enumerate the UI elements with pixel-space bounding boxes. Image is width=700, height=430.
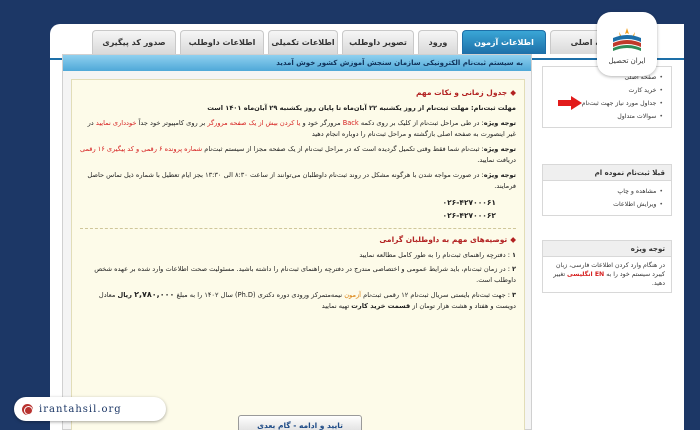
content-area: ◆جدول زمانی و نکات مهم مهلت ثبت‌نام: مهل… xyxy=(71,79,525,430)
tab-exam-info[interactable]: اطلاعات آزمون xyxy=(462,30,546,54)
diamond-icon: ◆ xyxy=(510,88,516,97)
notice-completion: توجه ویژه: ثبت‌نام شما فقط وقتی تکمیل گر… xyxy=(79,145,516,164)
diamond-icon: ◆ xyxy=(510,235,516,244)
sidebar-registered: قبلا ثبت‌نام نموده ام مشاهده و چاپ ویرای… xyxy=(542,164,672,216)
tab-additional-info[interactable]: اطلاعات تکمیلی xyxy=(268,30,338,54)
sidebar-tip: توجه ویژه در هنگام وارد کردن اطلاعات فار… xyxy=(542,240,672,293)
recommendation-3: ۳: جهت ثبت‌نام بایستی سریال ثبت‌نام ۱۲ ر… xyxy=(98,290,516,310)
deadline-paragraph: مهلت ثبت‌نام: مهلت ثبت‌نام از روز یکشنبه… xyxy=(207,104,516,112)
registered-heading: قبلا ثبت‌نام نموده ام xyxy=(543,165,671,181)
tip-body: در هنگام وارد کردن اطلاعات فارسی، زبان ک… xyxy=(553,262,665,287)
recommendations-heading: ◆توصیه‌های مهم به داوطلبان گرامی xyxy=(379,235,516,244)
welcome-banner: به سیستم ثبت‌نام الکترونیکی سازمان سنجش … xyxy=(63,55,531,71)
recommendation-2: ۲: در زمان ثبت‌نام، باید شرایط عمومی و ا… xyxy=(94,265,516,284)
browser-screen: صدور کد پیگیری اطلاعات داوطلب اطلاعات تک… xyxy=(50,24,684,430)
globe-icon xyxy=(22,403,33,415)
sidebar-item-edit-info[interactable]: ویرایش اطلاعات xyxy=(547,198,663,211)
recommendation-1: ۱: دفترچه راهنمای ثبت‌نام را به طور کامل… xyxy=(359,251,516,259)
tab-candidate-info[interactable]: اطلاعات داوطلب xyxy=(180,30,264,54)
tab-tracking-code[interactable]: صدور کد پیگیری xyxy=(92,30,176,54)
brand-logo: ایران تحصیل xyxy=(597,12,657,76)
book-logo-icon xyxy=(613,27,641,51)
support-phone-1: ۰۲۶-۴۲۷۰۰۰۶۱ xyxy=(442,198,496,207)
main-panel: به سیستم ثبت‌نام الکترونیکی سازمان سنجش … xyxy=(62,54,532,430)
next-step-button[interactable]: تایید و ادامه - گام بعدی xyxy=(238,415,362,430)
pointer-arrow-icon xyxy=(558,96,582,110)
sidebar-item-view-print[interactable]: مشاهده و چاپ xyxy=(547,185,663,198)
notice-support: توجه ویژه: در صورت مواجه شدن با هرگونه م… xyxy=(87,171,516,190)
site-address-pill: irantahsil.org xyxy=(14,397,166,421)
tip-heading: توجه ویژه xyxy=(543,241,671,257)
schedule-heading: ◆جدول زمانی و نکات مهم xyxy=(416,88,516,97)
tab-candidate-photo[interactable]: تصویر داوطلب xyxy=(342,30,414,54)
tab-login[interactable]: ورود xyxy=(418,30,458,54)
logo-text: ایران تحصیل xyxy=(608,56,646,65)
content-divider xyxy=(80,228,516,229)
notice-back-button: توجه ویژه: در طی مراحل ثبت‌نام از کلیک ب… xyxy=(87,119,516,138)
site-address: irantahsil.org xyxy=(39,403,122,415)
sidebar-item-faq[interactable]: سوالات متداول xyxy=(547,110,663,123)
support-phone-2: ۰۲۶-۴۲۷۰۰۰۶۲ xyxy=(442,211,496,220)
